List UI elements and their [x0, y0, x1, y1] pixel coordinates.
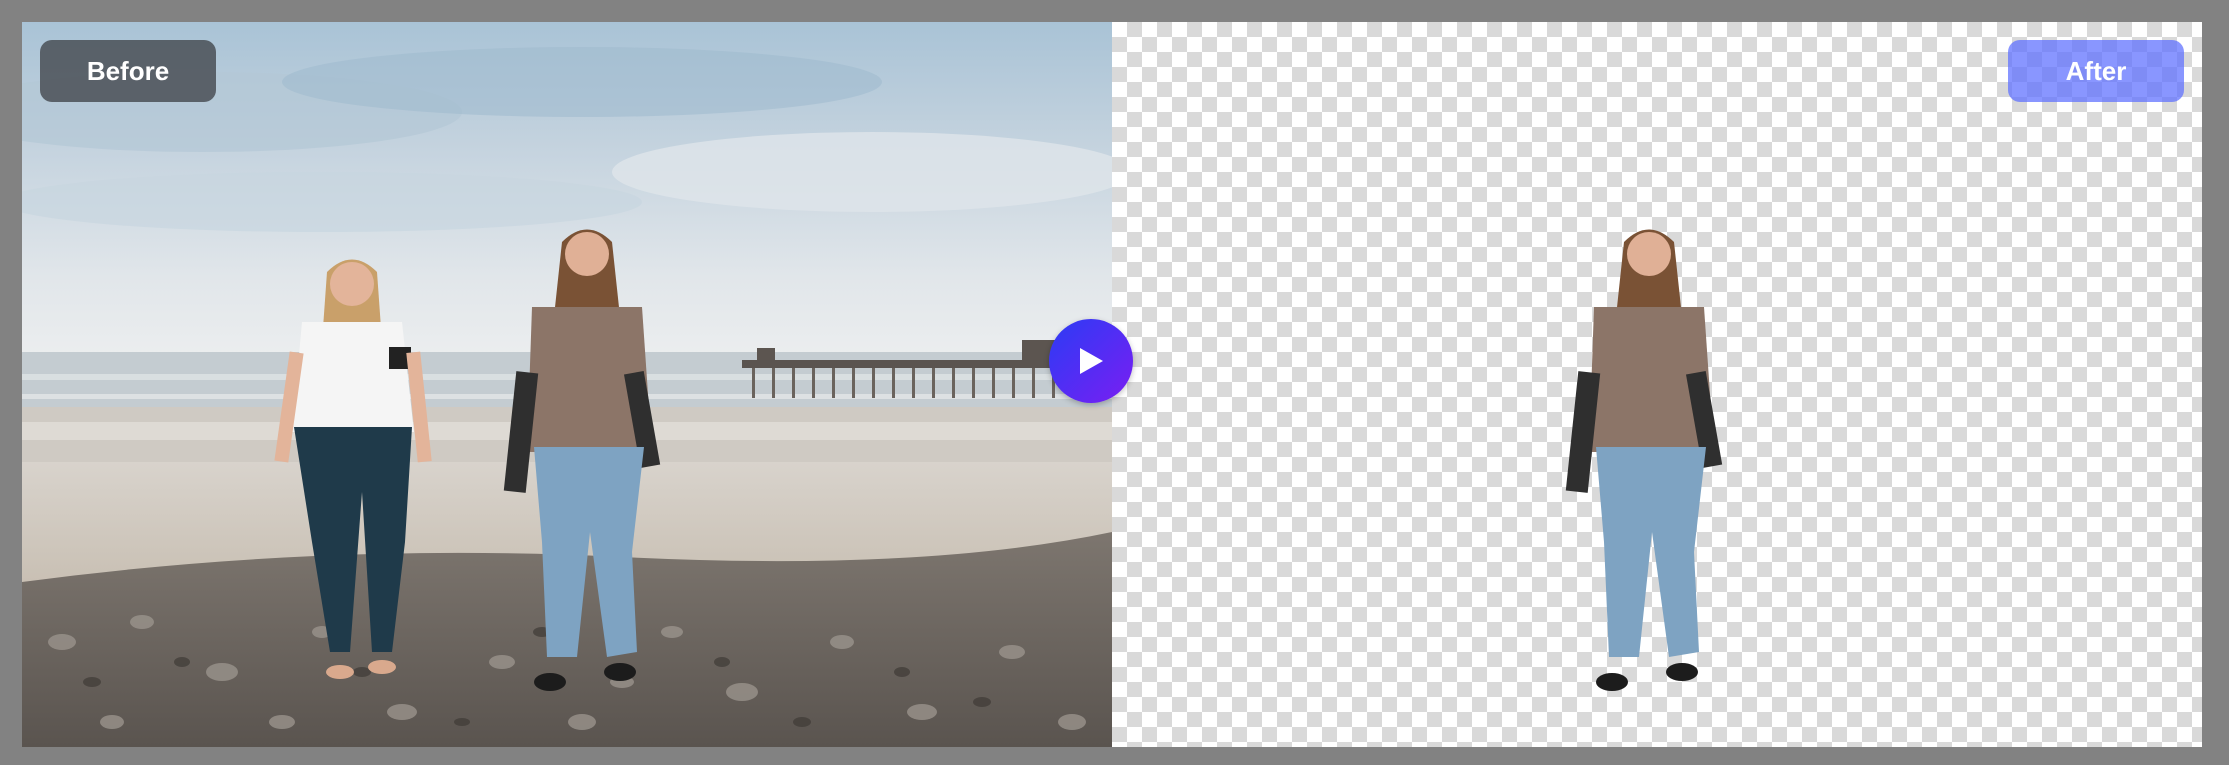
after-label: After: [2008, 40, 2184, 102]
original-photo: [22, 22, 1112, 747]
after-image-panel: [1112, 22, 2202, 747]
compare-play-button[interactable]: [1049, 319, 1133, 403]
before-label: Before: [40, 40, 216, 102]
cutout-photo: [1565, 229, 1723, 691]
before-image-panel: [22, 22, 1112, 747]
play-icon: [1080, 348, 1103, 374]
person-cutout: [1565, 229, 1723, 691]
